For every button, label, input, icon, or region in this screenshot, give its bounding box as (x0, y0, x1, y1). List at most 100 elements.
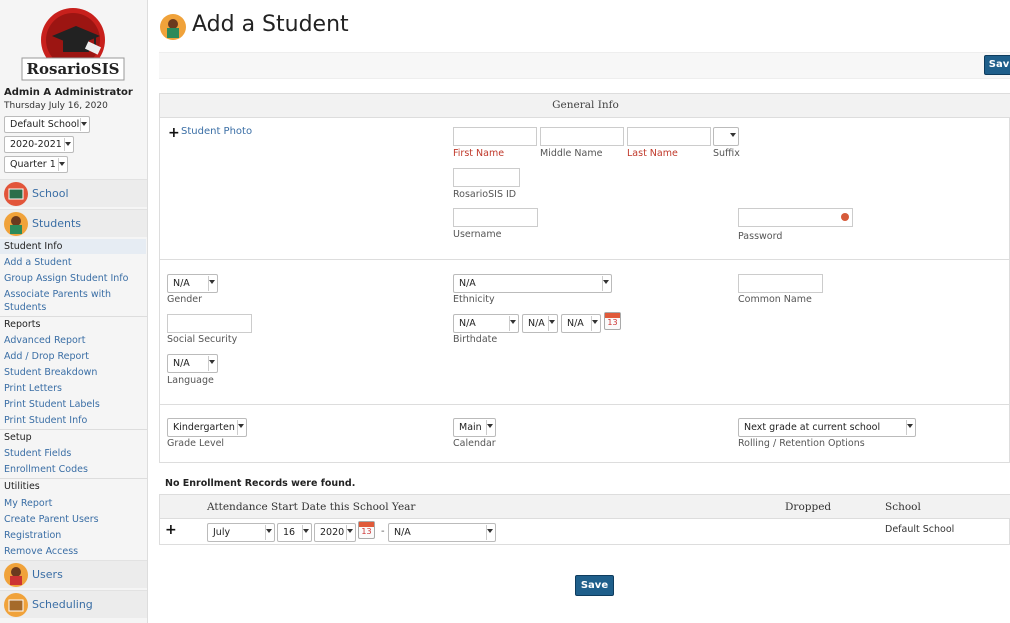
page-title: Add a Student (192, 12, 349, 37)
birth-month-select[interactable]: N/A (453, 314, 519, 333)
menu-scheduling[interactable]: Scheduling (0, 590, 147, 618)
last-name-input[interactable] (627, 127, 711, 146)
logo-text: RosarioSIS (26, 60, 120, 78)
chevron-down-icon (487, 424, 493, 428)
grade-level-value: Kindergarten (173, 422, 235, 433)
birth-month-value: N/A (459, 318, 476, 329)
sidebar-item-student-info[interactable]: Student Info (0, 239, 146, 254)
year-select[interactable]: 2020-2021 (4, 136, 74, 153)
chevron-down-icon (347, 529, 353, 533)
col-school: School (885, 501, 921, 513)
chevron-down-icon (59, 162, 65, 166)
chevron-down-icon (510, 320, 516, 324)
add-icon[interactable]: + (168, 126, 180, 140)
menu-scheduling-label: Scheduling (32, 598, 93, 611)
sidebar-item-group-assign[interactable]: Group Assign Student Info (4, 273, 128, 284)
school-select[interactable]: Default School (4, 116, 90, 133)
sidebar-item-add-a-student[interactable]: Add a Student (4, 257, 72, 268)
rosariosis-logo[interactable]: RosarioSIS (20, 6, 126, 82)
sidebar-item-student-breakdown[interactable]: Student Breakdown (4, 367, 97, 378)
sidebar-item-remove-access[interactable]: Remove Access (4, 546, 78, 557)
calendar-icon[interactable]: 13 (604, 312, 621, 330)
scheduling-icon (4, 593, 28, 617)
sidebar-item-student-fields[interactable]: Student Fields (4, 448, 71, 459)
sidebar-item-associate-parents-cont[interactable]: Students (4, 302, 46, 313)
start-year-select[interactable]: 2020 (314, 523, 356, 542)
sidebar-section-reports: Reports (4, 319, 41, 330)
ethnicity-label: Ethnicity (453, 294, 495, 305)
gender-select-value: N/A (173, 278, 190, 289)
quarter-select[interactable]: Quarter 1 (4, 156, 68, 173)
enrollment-table-header: Attendance Start Date this School Year D… (160, 495, 1010, 519)
password-icon (841, 213, 849, 221)
birth-day-select[interactable]: N/A (522, 314, 558, 333)
add-enrollment-icon[interactable]: + (165, 523, 177, 537)
social-security-label: Social Security (167, 334, 238, 345)
sidebar-item-registration[interactable]: Registration (4, 530, 61, 541)
user-name: Admin A Administrator (4, 87, 133, 98)
general-info-panel: General Info + Student Photo First Name … (159, 93, 1010, 463)
sidebar-section-utilities: Utilities (4, 481, 40, 492)
save-button-bottom[interactable]: Save (575, 575, 614, 596)
chevron-down-icon (592, 320, 598, 324)
gender-select[interactable]: N/A (167, 274, 218, 293)
username-label: Username (453, 229, 502, 240)
start-month-select[interactable]: July (207, 523, 275, 542)
common-name-input[interactable] (738, 274, 823, 293)
grade-level-label: Grade Level (167, 438, 225, 449)
birth-year-select[interactable]: N/A (561, 314, 601, 333)
col-start-date: Attendance Start Date this School Year (207, 501, 416, 513)
quarter-select-value: Quarter 1 (10, 159, 56, 170)
sidebar-section-setup: Setup (4, 432, 32, 443)
school-select-value: Default School (10, 119, 80, 130)
sidebar-item-associate-parents[interactable]: Associate Parents with (4, 289, 111, 300)
chevron-down-icon (907, 424, 913, 428)
students-icon (4, 212, 28, 236)
sidebar-item-create-parent-users[interactable]: Create Parent Users (4, 514, 99, 525)
middle-name-label: Middle Name (540, 148, 603, 159)
suffix-label: Suffix (713, 148, 740, 159)
language-select[interactable]: N/A (167, 354, 218, 373)
save-button-top[interactable]: Sav (984, 55, 1010, 75)
social-security-input[interactable] (167, 314, 252, 333)
sidebar: RosarioSIS Admin A Administrator Thursda… (0, 0, 148, 623)
drop-code-select[interactable]: N/A (388, 523, 496, 542)
sidebar-item-enrollment-codes[interactable]: Enrollment Codes (4, 464, 88, 475)
suffix-select[interactable] (713, 127, 739, 146)
top-button-bar (159, 52, 1010, 79)
calendar-icon[interactable]: 13 (358, 521, 375, 539)
sidebar-item-print-student-labels[interactable]: Print Student Labels (4, 399, 100, 410)
ethnicity-select[interactable]: N/A (453, 274, 612, 293)
username-input[interactable] (453, 208, 538, 227)
sidebar-item-print-letters[interactable]: Print Letters (4, 383, 62, 394)
enrollment-table: Attendance Start Date this School Year D… (159, 494, 1010, 545)
start-month-value: July (213, 527, 231, 538)
grade-level-select[interactable]: Kindergarten (167, 418, 247, 437)
chevron-down-icon (209, 280, 215, 284)
student-photo-link[interactable]: Student Photo (181, 126, 252, 137)
chevron-down-icon (303, 529, 309, 533)
chevron-down-icon (603, 280, 609, 284)
sidebar-item-add-drop-report[interactable]: Add / Drop Report (4, 351, 89, 362)
rolling-select[interactable]: Next grade at current school (738, 418, 916, 437)
sidebar-item-advanced-report[interactable]: Advanced Report (4, 335, 85, 346)
start-day-value: 16 (283, 527, 296, 538)
current-date: Thursday July 16, 2020 (4, 101, 108, 111)
middle-name-input[interactable] (540, 127, 624, 146)
birth-year-value: N/A (567, 318, 584, 329)
menu-students-label: Students (32, 217, 82, 230)
sidebar-item-my-report[interactable]: My Report (4, 498, 52, 509)
menu-users[interactable]: Users (0, 560, 147, 588)
first-name-input[interactable] (453, 127, 537, 146)
start-day-select[interactable]: 16 (277, 523, 312, 542)
general-info-header: General Info (160, 94, 1010, 118)
sidebar-item-print-student-info[interactable]: Print Student Info (4, 415, 87, 426)
rosariosis-id-input[interactable] (453, 168, 520, 187)
chevron-down-icon (238, 424, 244, 428)
students-icon (160, 14, 186, 40)
calendar-label: Calendar (453, 438, 496, 449)
menu-school[interactable]: School (0, 179, 147, 207)
menu-students[interactable]: Students (0, 209, 147, 237)
password-input[interactable] (738, 208, 853, 227)
calendar-select[interactable]: Main (453, 418, 496, 437)
